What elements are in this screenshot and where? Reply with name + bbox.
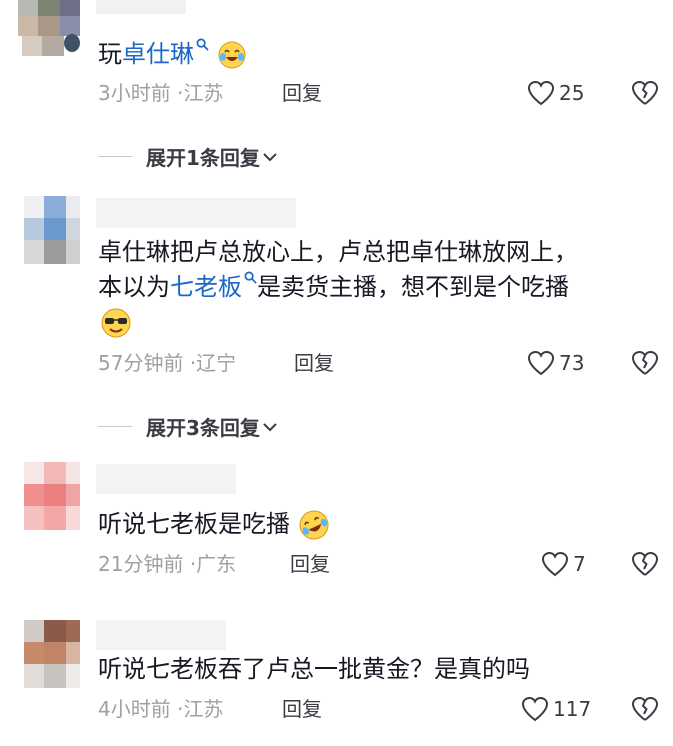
expand-replies-button[interactable]: 展开1条回复 <box>98 142 280 171</box>
avatar[interactable] <box>18 196 80 268</box>
search-icon[interactable] <box>244 271 257 284</box>
reply-button[interactable]: 回复 <box>282 81 322 105</box>
reply-button[interactable]: 回复 <box>294 351 334 375</box>
like-count: 117 <box>553 697 592 721</box>
comment-text-line-2: 本以为七老板 是卖货主播，想不到是个吃播 <box>98 268 569 306</box>
username-placeholder[interactable] <box>96 198 296 228</box>
comment-text: 听说七老板吞了卢总一批黄金？是真的吗 <box>98 655 530 683</box>
comment-location: 江苏 <box>183 697 224 721</box>
comment-text: 玩卓仕琳 <box>98 35 247 73</box>
comment-text-line-1: 卓仕琳把卢总放心上，卢总把卓仕琳放网上， <box>98 238 578 266</box>
broken-heart-icon[interactable] <box>630 78 660 108</box>
comment-text-plain: 听说七老板是吃播 <box>98 510 290 538</box>
avatar[interactable] <box>18 462 80 534</box>
heart-icon <box>521 696 549 722</box>
divider-line <box>98 156 132 157</box>
like-button[interactable]: 25 <box>527 78 584 108</box>
heart-icon <box>527 350 555 376</box>
expand-replies-button[interactable]: 展开3条回复 <box>98 412 280 441</box>
comment-meta: 21分钟前 ·广东 <box>98 552 236 576</box>
chevron-down-icon <box>263 422 277 431</box>
comment-meta: 57分钟前 ·辽宁 <box>98 351 236 375</box>
like-button[interactable]: 7 <box>541 549 586 579</box>
comment-location: 辽宁 <box>196 351 237 375</box>
avatar[interactable] <box>18 620 80 690</box>
like-count: 7 <box>573 552 586 576</box>
like-count: 25 <box>559 81 585 105</box>
heart-icon <box>527 80 555 106</box>
expand-replies-label: 展开3条回复 <box>146 416 260 440</box>
comment-text-plain: 本以为 <box>98 273 170 301</box>
reply-button[interactable]: 回复 <box>290 552 330 576</box>
username-placeholder[interactable] <box>96 0 186 14</box>
broken-heart-icon[interactable] <box>630 348 660 378</box>
comment-text-plain: 玩 <box>98 40 122 68</box>
comment-time: 21分钟前 <box>98 552 184 576</box>
comment-text: 听说七老板是吃播 <box>98 505 330 543</box>
comment-location: 广东 <box>196 552 237 576</box>
username-placeholder[interactable] <box>96 620 226 650</box>
username-placeholder[interactable] <box>96 464 236 494</box>
tears-of-joy-emoji <box>218 41 246 69</box>
avatar[interactable] <box>18 0 80 58</box>
search-link[interactable]: 卓仕琳 <box>122 40 194 68</box>
divider-line <box>98 426 132 427</box>
comment-meta: 3小时前 ·江苏 <box>98 81 223 105</box>
like-button[interactable]: 73 <box>527 348 584 378</box>
comment-meta: 4小时前 ·江苏 <box>98 697 223 721</box>
expand-replies-label: 展开1条回复 <box>146 146 260 170</box>
comment-location: 江苏 <box>183 81 224 105</box>
comment-time: 4小时前 <box>98 697 171 721</box>
rolling-laughing-emoji <box>299 510 329 540</box>
broken-heart-icon[interactable] <box>630 694 660 724</box>
like-button[interactable]: 117 <box>521 694 591 724</box>
broken-heart-icon[interactable] <box>630 549 660 579</box>
heart-icon <box>541 551 569 577</box>
search-icon[interactable] <box>196 38 209 51</box>
search-link[interactable]: 七老板 <box>170 273 242 301</box>
comment-time: 3小时前 <box>98 81 171 105</box>
comment-time: 57分钟前 <box>98 351 184 375</box>
comment-text-plain: 是卖货主播，想不到是个吃播 <box>257 273 569 301</box>
cool-face-emoji <box>101 308 131 338</box>
chevron-down-icon <box>263 152 277 161</box>
reply-button[interactable]: 回复 <box>282 697 322 721</box>
like-count: 73 <box>559 351 585 375</box>
